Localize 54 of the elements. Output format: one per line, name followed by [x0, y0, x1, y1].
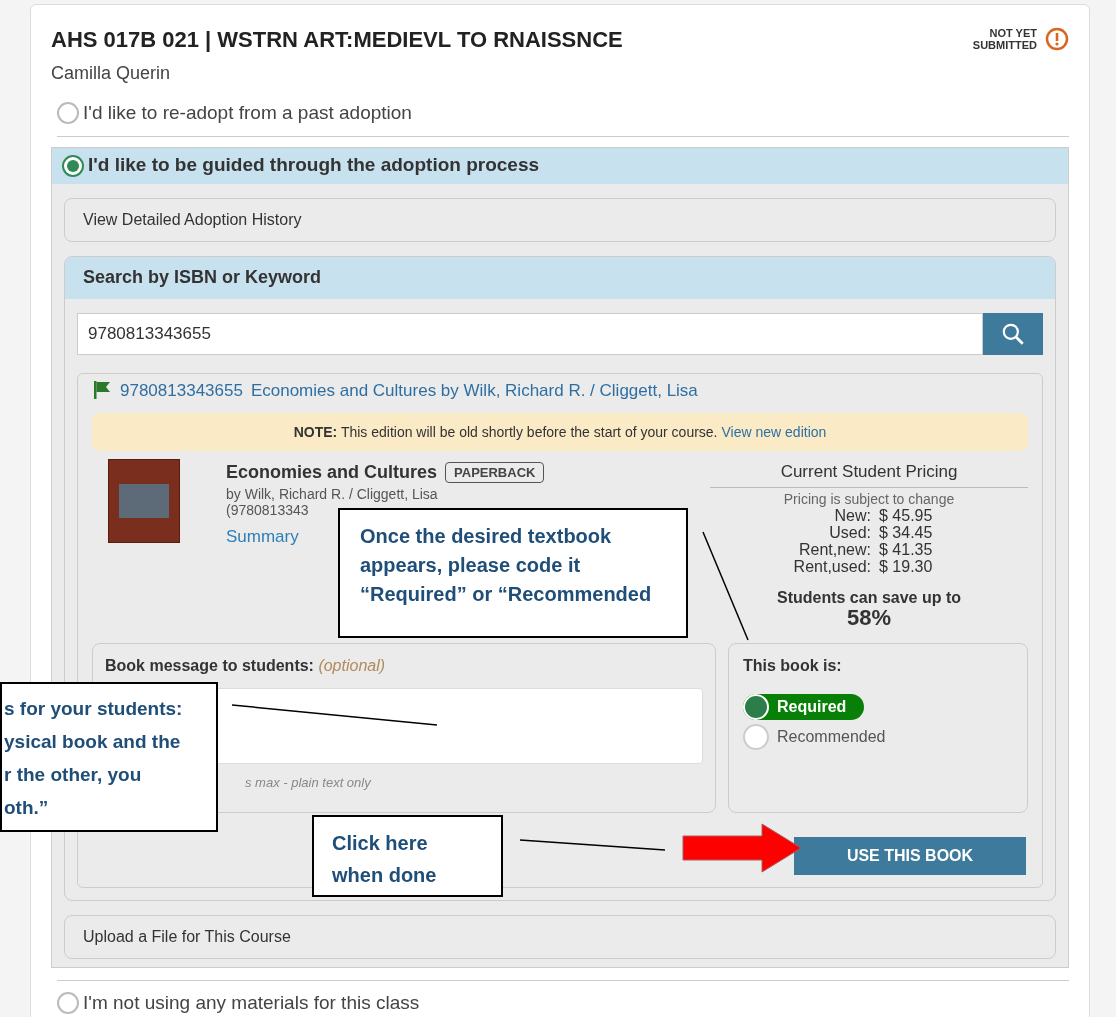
book-title: Economies and Cultures — [226, 461, 438, 484]
book-author: by Wilk, Richard R. / Cliggett, Lisa — [226, 486, 438, 502]
course-title: AHS 017B 021 | WSTRN ART:MEDIEVL TO RNAISSNCE — [51, 26, 623, 54]
note-text: NOTE: This edition will be old shortly before the start of your course. — [293, 422, 718, 442]
price-label: Rent,new: — [797, 540, 871, 558]
search-button[interactable] — [983, 312, 1043, 355]
savings-percent: 58% — [846, 606, 891, 629]
book-link[interactable]: Economies and Cultures by Wilk, Richard R. / Cliggett, Lisa — [250, 377, 698, 403]
option-label: I'd like to re-adopt from a past adoption — [83, 101, 412, 125]
savings-text: Students can save up to — [776, 588, 961, 607]
summary-link[interactable]: Summary — [226, 524, 299, 550]
radio-button[interactable] — [57, 102, 79, 125]
flag-icon — [92, 380, 112, 401]
price-value: $ 34.45 — [879, 523, 934, 541]
radio-button[interactable] — [57, 992, 79, 1015]
callout-text: “Required” or “Recommended — [360, 582, 653, 607]
callout-text: appears, please code it — [360, 553, 582, 578]
designation-label: This book is: — [743, 657, 842, 674]
price-label: Used: — [828, 523, 871, 541]
price-value: $ 45.95 — [879, 506, 933, 524]
radio-button[interactable] — [62, 154, 84, 177]
callout-text: Once the desired textbook — [360, 524, 613, 549]
pricing-title: Current Student Pricing — [710, 459, 1028, 488]
pricing-subtitle: Pricing is subject to change — [783, 491, 955, 507]
callout-text: r the other, you — [4, 763, 143, 787]
option-label: I'm not using any materials for this class — [83, 991, 420, 1015]
instructor-name: Camilla Querin — [51, 62, 172, 85]
arrow-icon — [682, 823, 802, 873]
isbn-link[interactable]: 9780813343655 — [120, 377, 243, 403]
use-book-button[interactable]: USE THIS BOOK — [794, 837, 1026, 875]
callout-text: Click here — [332, 831, 429, 856]
callout-text: ysical book and the — [4, 730, 182, 754]
price-value: $ 41.35 — [879, 540, 934, 558]
warning-icon — [1045, 27, 1069, 51]
designation-option[interactable]: Required — [743, 694, 865, 720]
book-isbn: (9780813343 — [226, 502, 309, 518]
message-hint: s max - plain text only — [245, 775, 371, 790]
option-label: I'd like to be guided through the adoption process — [88, 153, 540, 178]
upload-button[interactable]: Upload a File for This Course — [64, 915, 1056, 959]
new-edition-link[interactable]: View new edition — [721, 421, 827, 443]
message-label: Book message to students: — [105, 657, 314, 674]
history-button[interactable]: View Detailed Adoption History — [64, 197, 1056, 242]
callout-text: when done — [332, 863, 438, 888]
designation-option[interactable]: Recommended — [743, 724, 904, 750]
callout-text: oth.” — [4, 796, 50, 820]
callout-text: s for your students: — [4, 697, 184, 721]
price-label: New: — [833, 506, 871, 524]
price-value: $ 19.30 — [879, 557, 934, 575]
format-badge: PAPERBACK — [445, 461, 545, 484]
price-label: Rent,used: — [792, 557, 871, 575]
optional-label: (optional) — [318, 657, 386, 674]
search-header: Search by ISBN or Keyword — [65, 256, 1055, 299]
status-label: NOT YET SUBMITTED — [972, 27, 1037, 51]
search-field[interactable]: 9780813343655 — [77, 312, 983, 355]
